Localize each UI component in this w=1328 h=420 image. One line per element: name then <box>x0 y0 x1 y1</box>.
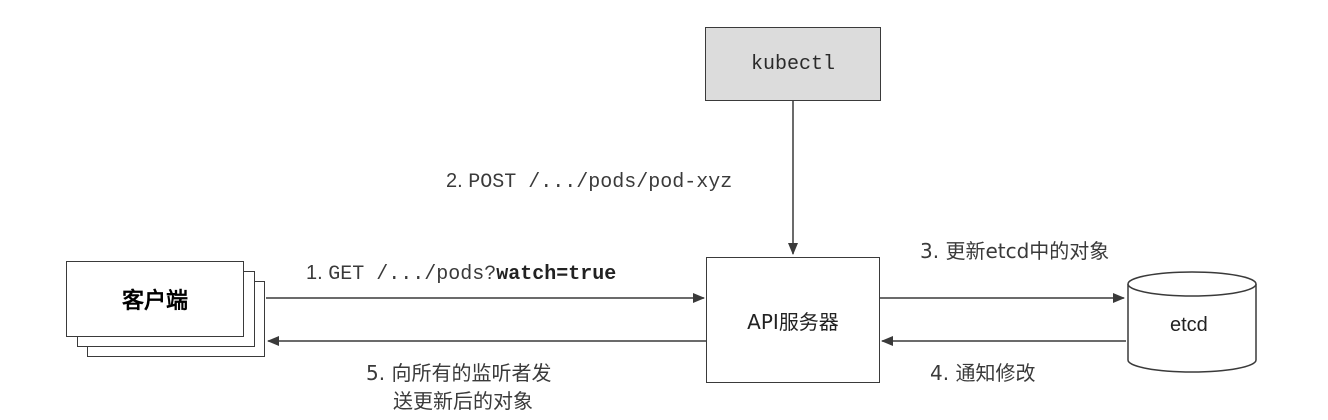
step5-label-line1: 5. 向所有的监听者发 <box>366 361 552 385</box>
step3-label: 3. 更新etcd中的对象 <box>920 239 1110 263</box>
diagram-canvas <box>266 100 1257 373</box>
kubectl-label: kubectl <box>750 52 835 76</box>
step4-label: 4. 通知修改 <box>930 361 1036 385</box>
client-label: 客户端 <box>121 289 188 314</box>
api-server-box: API服务器 <box>706 257 880 383</box>
etcd-label: etcd <box>1170 314 1208 336</box>
step5-label-line2: 送更新后的对象 <box>393 389 533 413</box>
step1-watch-param: watch=true <box>496 263 617 286</box>
api-server-label: API服务器 <box>747 309 839 334</box>
step2-request: POST /.../pods/pod-xyz <box>468 171 733 194</box>
client-box-front: 客户端 <box>66 261 244 337</box>
step2-label: 2. POST /.../pods/pod-xyz <box>446 170 732 194</box>
step1-label: 1. GET /.../pods?watch=true <box>306 262 616 286</box>
kubectl-box: kubectl <box>705 27 881 101</box>
step1-number: 1. <box>306 262 329 284</box>
step2-number: 2. <box>446 170 469 192</box>
step1-request: GET /.../pods? <box>328 263 497 286</box>
